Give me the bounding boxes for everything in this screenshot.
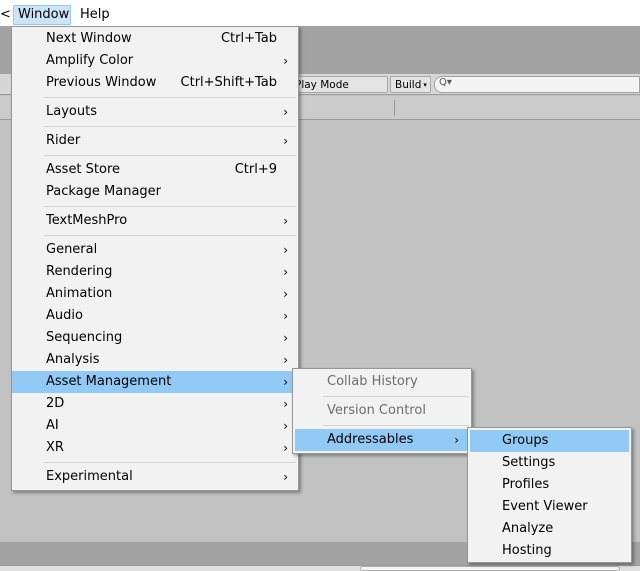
- addressables-submenu: Groups Settings Profiles Event Viewer An…: [467, 427, 632, 563]
- menu-item-label: Sequencing: [46, 330, 123, 345]
- menu-item-label: Hosting: [502, 543, 552, 558]
- menu-item-label: Profiles: [502, 477, 550, 492]
- menu-separator: [12, 94, 298, 101]
- chevron-right-icon: ›: [283, 397, 288, 411]
- menu-item-settings[interactable]: Settings: [468, 452, 631, 474]
- asset-management-submenu: Collab History Version Control Addressab…: [292, 368, 472, 454]
- shortcut-label: Ctrl+Tab: [220, 31, 277, 46]
- chevron-right-icon: ›: [283, 265, 288, 279]
- menubar-item-window[interactable]: Window: [13, 5, 71, 25]
- menu-item-version-control: Version Control: [293, 400, 471, 422]
- menu-item-label: 2D: [46, 396, 65, 411]
- chevron-right-icon: ›: [283, 331, 288, 345]
- menu-item-label: Amplify Color: [46, 53, 134, 68]
- menu-item-label: Experimental: [46, 469, 133, 484]
- menu-item-label: Event Viewer: [502, 499, 588, 514]
- search-input[interactable]: Q▾: [434, 76, 640, 93]
- menu-item-label: Asset Store: [46, 162, 121, 177]
- menu-item-label: Previous Window: [46, 75, 157, 90]
- chevron-right-icon: ›: [283, 375, 288, 389]
- menu-item-label: Rider: [46, 133, 81, 148]
- menu-item-collab-history: Collab History: [293, 371, 471, 393]
- menu-item-addressables[interactable]: Addressables ›: [295, 429, 469, 451]
- menu-item-label: AI: [46, 418, 59, 433]
- menu-item-label: Layouts: [46, 104, 97, 119]
- chevron-right-icon: ›: [283, 134, 288, 148]
- menu-item-general[interactable]: General ›: [12, 239, 298, 261]
- menu-separator: [12, 123, 298, 130]
- menu-item-label: TextMeshPro: [46, 213, 128, 228]
- menu-item-label: General: [46, 242, 98, 257]
- menu-item-label: Settings: [502, 455, 556, 470]
- menu-item-previous-window[interactable]: Previous Window Ctrl+Shift+Tab: [12, 72, 298, 94]
- menu-item-label: Rendering: [46, 264, 113, 279]
- chevron-right-icon: ›: [283, 287, 288, 301]
- playmode-script-label: Play Mode Script: [295, 79, 349, 91]
- menu-item-next-window[interactable]: Next Window Ctrl+Tab: [12, 28, 298, 50]
- menu-item-analyze[interactable]: Analyze: [468, 518, 631, 540]
- chevron-right-icon: ›: [283, 353, 288, 367]
- menu-item-event-viewer[interactable]: Event Viewer: [468, 496, 631, 518]
- tab-divider: [394, 100, 395, 116]
- shortcut-label: Ctrl+Shift+Tab: [180, 75, 277, 90]
- menubar-item-help[interactable]: Help: [76, 5, 114, 25]
- menu-item-label: Asset Management: [46, 374, 172, 389]
- menu-item-label: Version Control: [327, 403, 426, 418]
- chevron-right-icon: ›: [283, 441, 288, 455]
- menu-separator: [12, 203, 298, 210]
- chevron-down-icon: ▾: [423, 81, 427, 89]
- playmode-script-dropdown[interactable]: Play Mode Script▾: [290, 76, 388, 93]
- menu-item-rendering[interactable]: Rendering ›: [12, 261, 298, 283]
- menu-item-hosting[interactable]: Hosting: [468, 540, 631, 562]
- menu-item-analysis[interactable]: Analysis ›: [12, 349, 298, 371]
- menu-item-textmeshpro[interactable]: TextMeshPro ›: [12, 210, 298, 232]
- build-dropdown[interactable]: Build ▾: [390, 76, 431, 93]
- chevron-right-icon: ›: [283, 54, 288, 68]
- menu-item-label: XR: [46, 440, 64, 455]
- search-icon: Q▾: [439, 77, 452, 88]
- menu-item-label: Audio: [46, 308, 83, 323]
- menu-item-asset-management[interactable]: Asset Management ›: [12, 371, 298, 393]
- menu-item-animation[interactable]: Animation ›: [12, 283, 298, 305]
- menu-item-label: Analysis: [46, 352, 100, 367]
- menu-separator: [293, 422, 471, 429]
- menu-item-rider[interactable]: Rider ›: [12, 130, 298, 152]
- menu-item-profiles[interactable]: Profiles: [468, 474, 631, 496]
- chevron-right-icon: ›: [283, 105, 288, 119]
- shortcut-label: Ctrl+9: [234, 162, 277, 177]
- chevron-right-icon: ›: [454, 433, 459, 447]
- window-menu: Next Window Ctrl+Tab Amplify Color › Pre…: [11, 26, 299, 491]
- menu-item-amplify-color[interactable]: Amplify Color ›: [12, 50, 298, 72]
- chevron-right-icon: ›: [283, 419, 288, 433]
- build-label: Build: [395, 79, 422, 91]
- chevron-right-icon: ›: [283, 470, 288, 484]
- chevron-right-icon: ›: [283, 309, 288, 323]
- menu-item-layouts[interactable]: Layouts ›: [12, 101, 298, 123]
- app-menubar: < Window Help: [0, 0, 640, 26]
- menu-item-ai[interactable]: AI ›: [12, 415, 298, 437]
- menu-separator: [12, 459, 298, 466]
- chevron-right-icon: ›: [283, 243, 288, 257]
- menu-item-experimental[interactable]: Experimental ›: [12, 466, 298, 488]
- menu-separator: [12, 232, 298, 239]
- chevron-right-icon: ›: [283, 214, 288, 228]
- menu-item-package-manager[interactable]: Package Manager: [12, 181, 298, 203]
- menu-item-label: Groups: [502, 433, 549, 448]
- menu-item-label: Collab History: [327, 374, 418, 389]
- menu-item-sequencing[interactable]: Sequencing ›: [12, 327, 298, 349]
- menu-item-2d[interactable]: 2D ›: [12, 393, 298, 415]
- menu-separator: [293, 393, 471, 400]
- menu-separator: [12, 152, 298, 159]
- menu-item-asset-store[interactable]: Asset Store Ctrl+9: [12, 159, 298, 181]
- menu-item-xr[interactable]: XR ›: [12, 437, 298, 459]
- horizontal-scrollbar[interactable]: [360, 566, 620, 571]
- menu-item-label: Next Window: [46, 31, 132, 46]
- menu-item-label: Animation: [46, 286, 113, 301]
- menu-item-groups[interactable]: Groups: [470, 430, 629, 452]
- menu-item-label: Analyze: [502, 521, 554, 536]
- menu-item-label: Addressables: [327, 432, 414, 447]
- menu-item-label: Package Manager: [46, 184, 162, 199]
- menu-item-audio[interactable]: Audio ›: [12, 305, 298, 327]
